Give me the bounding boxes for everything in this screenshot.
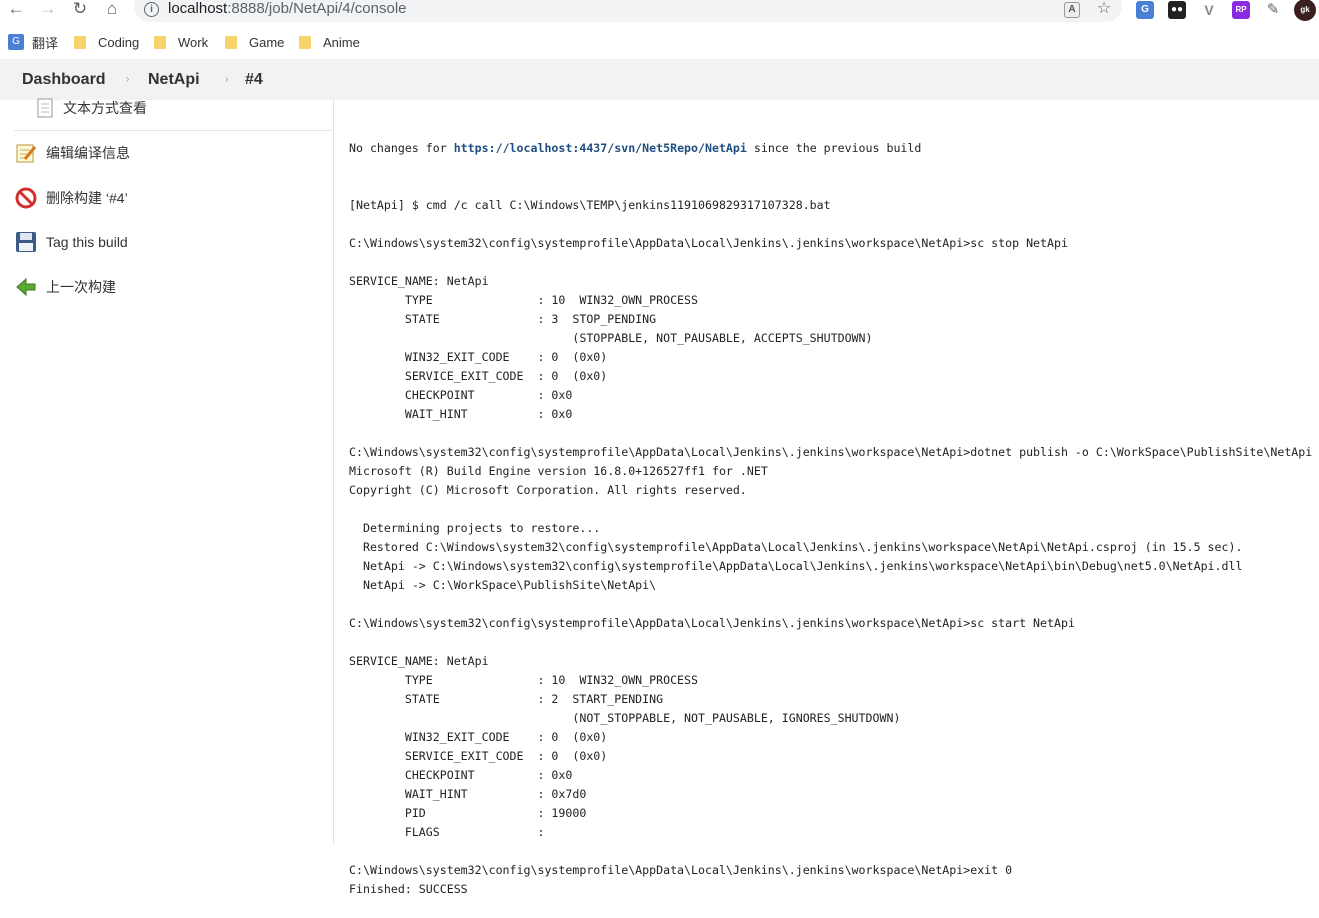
console-line: SERVICE_NAME: NetApi <box>349 654 489 668</box>
folder-icon <box>225 35 237 49</box>
console-line: TYPE : 10 WIN32_OWN_PROCESS <box>349 673 699 687</box>
bookmark-game[interactable]: Game <box>225 30 284 54</box>
google-translate-icon[interactable]: G <box>1136 1 1154 19</box>
sidebar-item-previous-build[interactable]: 上一次构建 <box>15 276 116 298</box>
console-line: STATE : 2 START_PENDING <box>349 692 664 706</box>
console-line: WIN32_EXIT_CODE : 0 (0x0) <box>349 350 608 364</box>
console-line: NetApi -> C:\WorkSpace\PublishSite\NetAp… <box>349 578 657 592</box>
site-info-icon[interactable]: i <box>144 2 159 17</box>
console-line: TYPE : 10 WIN32_OWN_PROCESS <box>349 293 699 307</box>
bookmark-label: Coding <box>98 34 140 50</box>
bookmark-translate[interactable]: G 翻译 <box>8 30 58 54</box>
console-lines: [NetApi] $ cmd /c call C:\Windows\TEMP\j… <box>349 196 1319 899</box>
breadcrumb-dashboard[interactable]: Dashboard <box>22 71 106 89</box>
console-line: Finished: SUCCESS <box>349 882 468 896</box>
console-line: Microsoft (R) Build Engine version 16.8.… <box>349 464 768 478</box>
profile-avatar-icon[interactable]: gk <box>1294 0 1316 21</box>
breadcrumb-build[interactable]: #4 <box>245 71 263 89</box>
console-line: NetApi -> C:\Windows\system32\config\sys… <box>349 559 1243 573</box>
console-line: WAIT_HINT : 0x0 <box>349 407 573 421</box>
console-line: C:\Windows\system32\config\systemprofile… <box>349 445 1313 459</box>
console-line: SERVICE_EXIT_CODE : 0 (0x0) <box>349 369 608 383</box>
bookmark-label: Work <box>178 34 209 50</box>
sidebar-item-tag-build[interactable]: Tag this build <box>15 231 128 253</box>
bookmark-star-icon[interactable]: ☆ <box>1094 0 1114 20</box>
console-line: CHECKPOINT : 0x0 <box>349 388 573 402</box>
bookmark-label: Anime <box>323 34 360 50</box>
sidebar-item-delete-build[interactable]: 删除构建 ‘#4’ <box>15 187 128 209</box>
sidebar-item-view-as-text[interactable]: 文本方式查看 <box>36 97 147 119</box>
console-line: PID : 19000 <box>349 806 587 820</box>
bookmark-label: Game <box>249 34 285 50</box>
sidebar-item-label: 文本方式查看 <box>63 100 147 116</box>
folder-icon <box>154 35 166 49</box>
puzzle-extensions-icon[interactable]: ✎ <box>1264 1 1282 19</box>
console-line: CHECKPOINT : 0x0 <box>349 768 573 782</box>
console-line: SERVICE_EXIT_CODE : 0 (0x0) <box>349 749 608 763</box>
home-icon[interactable]: ⌂ <box>102 0 122 20</box>
console-output: No changes for https://localhost:4437/sv… <box>349 101 1319 918</box>
sidebar-divider <box>14 130 332 131</box>
console-text: No changes for <box>349 141 454 155</box>
console-line: C:\Windows\system32\config\systemprofile… <box>349 616 1075 630</box>
google-translate-icon: G <box>8 34 24 50</box>
floppy-disk-icon <box>15 231 37 253</box>
url-path: :8888/job/NetApi/4/console <box>227 0 407 17</box>
reload-icon[interactable]: ↻ <box>70 0 90 20</box>
translate-page-icon[interactable]: A <box>1064 2 1080 18</box>
edit-notepad-icon <box>15 142 37 164</box>
console-text: since the previous build <box>746 141 922 155</box>
sidebar: 文本方式查看 编辑编译信息 删除构建 ‘#4’ Tag this build 上… <box>0 97 334 845</box>
console-line: C:\Windows\system32\config\systemprofile… <box>349 863 1013 877</box>
bookmark-work[interactable]: Work <box>154 30 208 54</box>
bookmark-coding[interactable]: Coding <box>74 30 139 54</box>
url-text[interactable]: localhost:8888/job/NetApi/4/console <box>168 0 407 18</box>
console-line: [NetApi] $ cmd /c call C:\Windows\TEMP\j… <box>349 198 831 212</box>
console-line: Restored C:\Windows\system32\config\syst… <box>349 540 1243 554</box>
breadcrumb: Dashboard › NetApi › #4 <box>0 59 1319 100</box>
browser-toolbar: ← → ↻ ⌂ i localhost:8888/job/NetApi/4/co… <box>0 0 1319 22</box>
vue-devtools-icon[interactable]: V <box>1200 1 1218 19</box>
console-line: Determining projects to restore... <box>349 521 601 535</box>
axure-rp-icon[interactable]: RP <box>1232 1 1250 19</box>
console-line: No changes for https://localhost:4437/sv… <box>349 139 1319 158</box>
svn-repo-link[interactable]: https://localhost:4437/svn/Net5Repo/NetA… <box>454 141 747 155</box>
console-line: C:\Windows\system32\config\systemprofile… <box>349 236 1068 250</box>
sidebar-item-label: Tag this build <box>46 234 128 250</box>
breadcrumb-job[interactable]: NetApi <box>148 71 200 89</box>
document-icon <box>36 97 54 119</box>
back-arrow-icon[interactable]: ← <box>6 0 26 20</box>
green-left-arrow-icon <box>15 276 37 298</box>
console-line: WIN32_EXIT_CODE : 0 (0x0) <box>349 730 608 744</box>
sidebar-item-label: 删除构建 ‘#4’ <box>46 190 128 206</box>
sidebar-item-label: 上一次构建 <box>46 279 116 295</box>
console-line: WAIT_HINT : 0x7d0 <box>349 787 587 801</box>
url-host: localhost <box>168 0 228 17</box>
bookmarks-bar: G 翻译 Coding Work Game Anime <box>0 30 1319 54</box>
forward-arrow-icon[interactable]: → <box>38 0 58 20</box>
console-line: STATE : 3 STOP_PENDING <box>349 312 657 326</box>
console-line: (NOT_STOPPABLE, NOT_PAUSABLE, IGNORES_SH… <box>349 711 901 725</box>
no-entry-icon <box>15 187 37 209</box>
bookmark-anime[interactable]: Anime <box>299 30 360 54</box>
console-line: Copyright (C) Microsoft Corporation. All… <box>349 483 747 497</box>
breadcrumb-separator: › <box>225 74 229 85</box>
console-line: SERVICE_NAME: NetApi <box>349 274 489 288</box>
bookmark-label: 翻译 <box>32 35 59 51</box>
sidebar-item-edit-build-info[interactable]: 编辑编译信息 <box>15 142 130 164</box>
tampermonkey-icon[interactable]: ●● <box>1168 1 1186 19</box>
folder-icon <box>74 35 86 49</box>
sidebar-item-label: 编辑编译信息 <box>46 145 130 161</box>
folder-icon <box>299 35 311 49</box>
breadcrumb-separator: › <box>126 74 130 85</box>
console-line: FLAGS : <box>349 825 545 839</box>
console-line: (STOPPABLE, NOT_PAUSABLE, ACCEPTS_SHUTDO… <box>349 331 873 345</box>
